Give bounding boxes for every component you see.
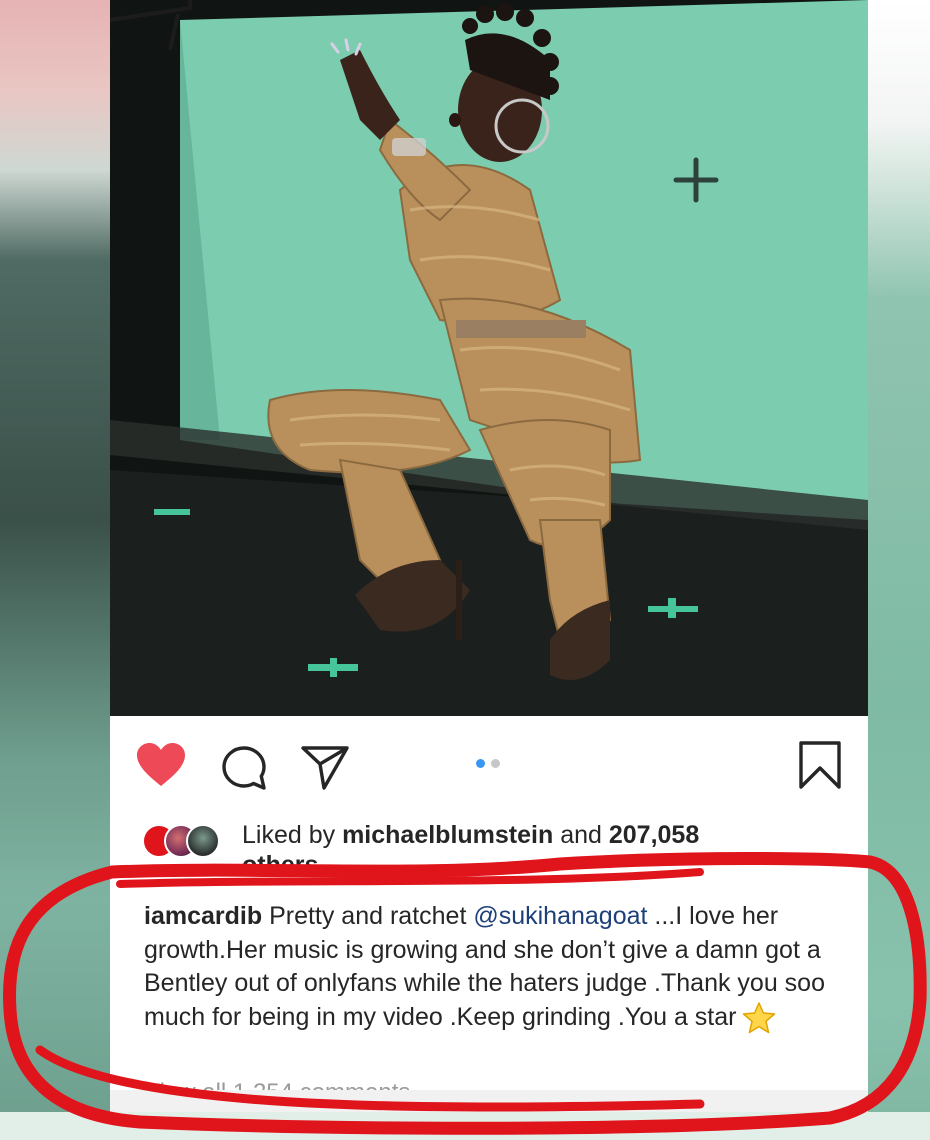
- liker-avatars: [142, 824, 232, 860]
- comment-icon[interactable]: [220, 744, 268, 792]
- caption-text-start: Pretty and ratchet: [269, 902, 467, 930]
- liked-by-text: Liked by michaelblumstein and 207,058 oth…: [242, 820, 856, 874]
- post-photo[interactable]: [110, 0, 868, 716]
- avatar: [186, 824, 220, 858]
- carousel-indicator: [476, 759, 506, 771]
- bookmark-icon[interactable]: [798, 740, 842, 790]
- liked-by-row[interactable]: Liked by michaelblumstein and 207,058 oth…: [136, 818, 856, 874]
- heart-icon[interactable]: [136, 742, 186, 788]
- liked-by-joiner: and: [560, 821, 602, 849]
- action-bar: [110, 716, 868, 826]
- likes-others[interactable]: others: [242, 851, 318, 874]
- paper-plane-icon[interactable]: [300, 744, 350, 792]
- liked-by-prefix: Liked by: [242, 821, 336, 849]
- liked-by-user[interactable]: michaelblumstein: [342, 821, 553, 849]
- photo-illustration: [110, 0, 868, 716]
- likes-count[interactable]: 207,058: [609, 821, 699, 849]
- caption-mention[interactable]: @sukihanagoat: [473, 902, 647, 930]
- carousel-dot: [491, 759, 500, 768]
- post-caption: iamcardib Pretty and ratchet @sukihanago…: [144, 900, 844, 1034]
- background-left: [0, 0, 110, 1140]
- comment-bar: [110, 1090, 868, 1112]
- star-icon: [743, 1002, 776, 1034]
- instagram-post: Liked by michaelblumstein and 207,058 oth…: [110, 0, 868, 1112]
- background-bottom: [0, 1112, 930, 1140]
- carousel-dot-active: [476, 759, 485, 768]
- caption-username[interactable]: iamcardib: [144, 902, 262, 930]
- background-right: [868, 0, 930, 1140]
